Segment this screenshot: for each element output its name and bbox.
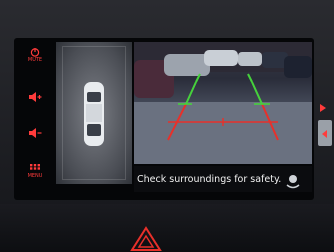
bottom-control-panel (0, 204, 334, 252)
power-icon (30, 48, 40, 57)
rear-camera-scene (134, 42, 312, 164)
menu-icon (30, 163, 40, 170)
parking-sensor-icon (286, 175, 300, 189)
hazard-icon[interactable] (130, 224, 162, 252)
mute-label: MUTE (27, 57, 43, 63)
left-button-rail: MUTE MENU (18, 40, 52, 196)
right-controls-icons (318, 104, 332, 146)
volume-up-icon (29, 92, 42, 102)
volume-up-button[interactable] (22, 86, 48, 108)
menu-label: MENU (27, 172, 43, 179)
volume-down-button[interactable] (22, 122, 48, 144)
rear-camera-view (134, 42, 312, 164)
right-edge-controls (316, 96, 334, 196)
power-mute-button[interactable]: MUTE (22, 44, 48, 66)
safety-warning-text: Check surroundings for safety. (137, 173, 282, 185)
car-topview-icon (84, 82, 104, 146)
volume-down-icon (29, 128, 42, 138)
birds-eye-view (56, 42, 132, 184)
menu-button[interactable]: MENU (22, 160, 48, 182)
